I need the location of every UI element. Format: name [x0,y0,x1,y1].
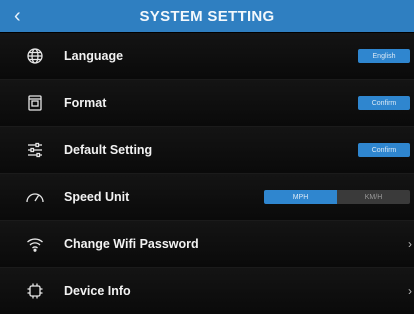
speed-unit-selector: MPH KM/H [264,190,410,204]
setting-row-language: Language English [0,33,414,80]
setting-label-change-wifi-password: Change Wifi Password [64,237,199,251]
setting-row-change-wifi-password[interactable]: Change Wifi Password › [0,221,414,268]
chevron-right-icon: › [408,284,412,298]
speed-unit-option-kmh[interactable]: KM/H [337,190,410,204]
format-icon [24,92,46,114]
chip-icon [24,280,46,302]
setting-label-language: Language [64,49,124,63]
header-bar: ‹ SYSTEM SETTING [0,0,414,32]
chevron-right-icon: › [408,237,412,251]
setting-label-device-info: Device Info [64,284,131,298]
speedometer-icon [24,186,46,208]
language-button[interactable]: English [358,49,410,63]
sliders-icon [24,139,46,161]
settings-list: Language English Format Confirm Default … [0,33,414,314]
speed-unit-option-mph[interactable]: MPH [264,190,337,204]
back-button[interactable]: ‹ [14,0,42,32]
default-setting-confirm-button[interactable]: Confirm [358,143,410,157]
setting-label-default-setting: Default Setting [64,143,153,157]
setting-row-default-setting: Default Setting Confirm [0,127,414,174]
chevron-left-icon: ‹ [14,4,21,27]
format-confirm-button[interactable]: Confirm [358,96,410,110]
setting-row-device-info[interactable]: Device Info › [0,268,414,314]
setting-label-speed-unit: Speed Unit [64,190,130,204]
wifi-icon [24,233,46,255]
setting-row-format: Format Confirm [0,80,414,127]
globe-icon [24,45,46,67]
page-title: SYSTEM SETTING [139,7,275,25]
setting-label-format: Format [64,96,107,110]
setting-row-speed-unit: Speed Unit MPH KM/H [0,174,414,221]
